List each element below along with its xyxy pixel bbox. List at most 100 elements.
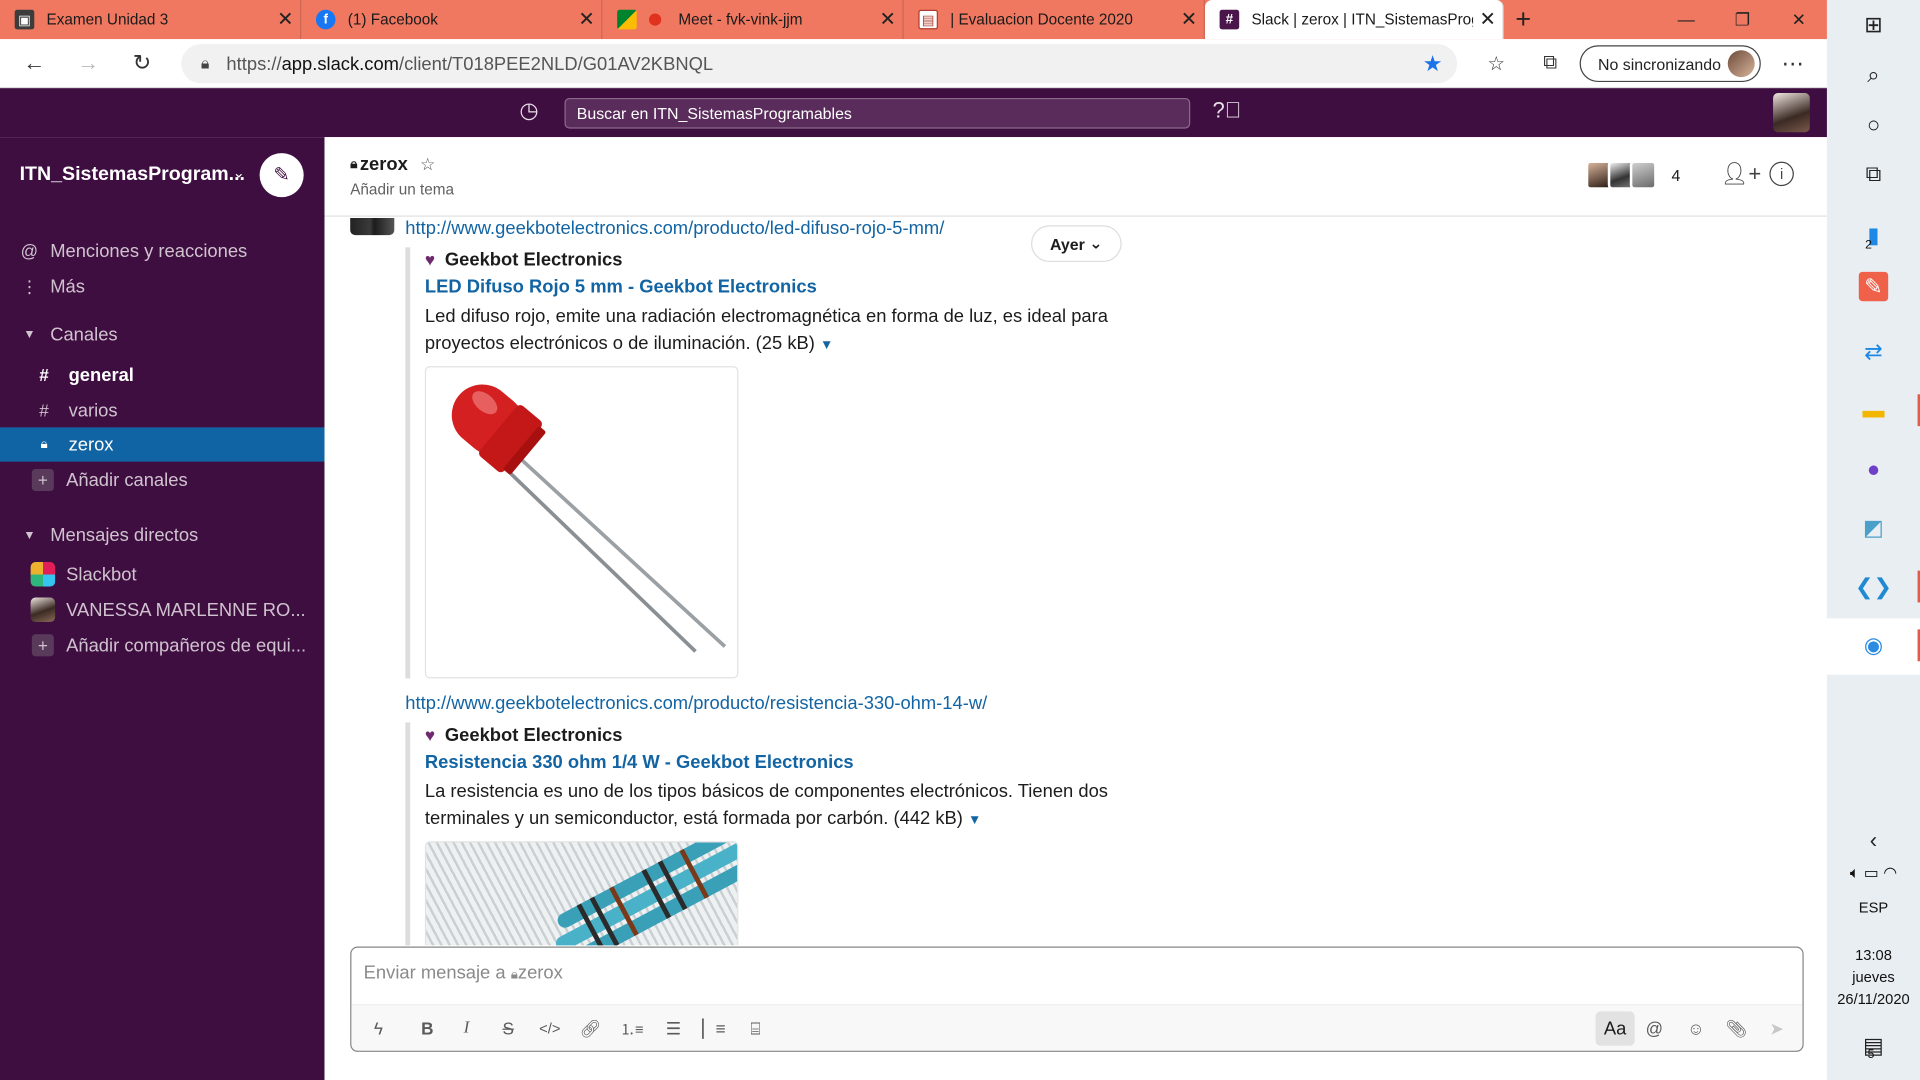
language-indicator[interactable]: ESP [1827,899,1920,916]
resistor-image[interactable] [424,841,739,946]
chevron-left-icon[interactable]: ‹ [1854,820,1893,859]
caret-down-icon[interactable]: ▼ [820,338,833,353]
url-host: app.slack.com [281,53,399,75]
back-icon[interactable]: ← [7,39,61,88]
strikethrough-icon[interactable]: S [491,1011,525,1045]
browser-tab[interactable]: ▤ | Evaluacion Docente 2020 ✕ [904,0,1205,40]
message-composer[interactable]: Enviar mensaje a 🔒︎zerox ϟ B I S </> 🔗︎ … [350,946,1804,1052]
browser-tab[interactable]: f (1) Facebook ✕ [301,0,603,40]
history-icon[interactable]: ◷ [514,98,543,127]
close-tab-icon[interactable]: ✕ [572,7,601,31]
sidebar-item-general[interactable]: # general [0,358,324,392]
channel-topic[interactable]: Añadir un tema [350,181,454,198]
sidebar-item-zerox[interactable]: 🔒︎ zerox [0,427,325,462]
caret-down-icon[interactable]: ▼ [968,813,981,828]
mention-icon[interactable]: @ [1637,1011,1671,1045]
clock-time[interactable]: 13:08 [1827,947,1920,964]
tray-icons[interactable]: 🔈︎ ▭ ◠ [1827,863,1920,883]
ordered-list-icon[interactable]: ⒈≡ [615,1011,649,1045]
bulleted-list-icon[interactable]: ☰ [656,1011,690,1045]
code-block-icon[interactable]: ⌸ [738,1011,772,1045]
collections-icon[interactable]: ⧉ [1523,53,1577,75]
preview-title[interactable]: LED Difuso Rojo 5 mm - Geekbot Electroni… [425,277,1140,301]
search-input[interactable]: Buscar en ITN_SistemasProgramables [564,97,1191,129]
link-icon[interactable]: 🔗︎ [573,1011,607,1045]
italic-icon[interactable]: I [449,1011,483,1045]
more-menu-icon[interactable]: ⋯ [1773,39,1812,88]
user-avatar[interactable] [1773,93,1810,133]
url-field[interactable]: 🔒︎ https://app.slack.com/client/T018PEE2… [181,44,1458,84]
windows-start-icon[interactable]: ⊞ [1854,5,1893,44]
sidebar-item-more[interactable]: ⋮ Más [0,269,324,303]
office-icon[interactable]: ✎ [1858,271,1889,302]
slack-icon: # [1219,9,1240,30]
attach-icon[interactable]: 📎︎ [1719,1011,1753,1045]
message-link[interactable]: http://www.geekbotelectronics.com/produc… [405,693,987,714]
new-tab-button[interactable]: + [1504,0,1543,39]
dm-item-slackbot[interactable]: Slackbot [0,557,324,591]
plus-icon: + [31,634,54,657]
github-icon[interactable]: ● [1854,449,1893,488]
link-preview: ♥ Geekbot Electronics LED Difuso Rojo 5 … [405,247,1140,679]
shortcuts-icon[interactable]: ϟ [361,1011,395,1045]
info-icon[interactable]: i [1769,161,1794,187]
workspace-name[interactable]: ITN_SistemasProgram... [20,164,245,186]
close-tab-icon[interactable]: ✕ [1174,7,1203,31]
sidebar-item-mentions[interactable]: @ Menciones y reacciones [0,234,324,268]
preview-description: Led difuso rojo, emite una radiación ele… [425,304,1123,359]
description-text: Led difuso rojo, emite una radiación ele… [424,306,1108,354]
browser-tab[interactable]: Meet - fvk-vink-jjm ✕ [602,0,904,40]
reload-icon[interactable]: ↻ [115,39,169,88]
user-avatar [30,597,56,623]
cortana-icon[interactable]: ○ [1854,105,1893,144]
formatting-toolbar: ϟ B I S </> 🔗︎ ⒈≡ ☰ ▏≡ ⌸ Aa @ ☺ 📎︎ ➤ [351,1004,1803,1051]
add-channels-button[interactable]: + Añadir canales [0,463,324,497]
favorites-icon[interactable]: ☆ [1469,51,1523,75]
dm-item-vanessa[interactable]: VANESSA MARLENNE RO... [0,593,324,627]
compose-button[interactable]: ✎ [259,153,304,198]
close-tab-icon[interactable]: ✕ [1473,7,1502,31]
dm-section-header[interactable]: ▼ Mensajes directos [0,518,324,552]
preview-title[interactable]: Resistencia 330 ohm 1/4 W - Geekbot Elec… [425,752,1140,776]
restore-icon[interactable]: ❐ [1714,0,1770,39]
close-window-icon[interactable]: ✕ [1771,0,1827,39]
section-label: Mensajes directos [50,524,199,546]
member-avatars[interactable]: 4 [1585,160,1681,190]
profile-button[interactable]: No sincronizando [1579,45,1761,83]
message-input[interactable]: Enviar mensaje a 🔒︎zerox [364,962,563,983]
close-tab-icon[interactable]: ✕ [873,7,902,31]
send-icon[interactable]: ➤ [1760,1011,1794,1045]
bold-icon[interactable]: B [410,1011,444,1045]
forward-icon[interactable]: → [61,39,115,88]
close-tab-icon[interactable]: ✕ [271,7,300,31]
sidebar-item-varios[interactable]: # varios [0,393,324,427]
edge-icon[interactable]: ◉ [1854,626,1893,665]
favorite-star-icon[interactable]: ★ [1423,51,1443,77]
help-icon[interactable]: ?⃝ [1212,98,1242,127]
code-icon[interactable]: </> [533,1011,567,1045]
member-count: 4 [1671,165,1681,185]
vscode-icon[interactable]: ❮❯ [1854,567,1893,606]
task-view-icon[interactable]: ⧉ [1854,154,1893,193]
resistor-illustration [554,842,738,946]
teamviewer-icon[interactable]: ⇄ [1854,332,1893,371]
channels-section-header[interactable]: ▼ Canales [0,317,324,351]
browser-tab-active[interactable]: # Slack | zerox | ITN_SistemasProgr ✕ [1204,0,1504,40]
blockquote-icon[interactable]: ▏≡ [697,1011,731,1045]
add-member-icon[interactable]: 👤︎+ [1720,162,1761,188]
led-image[interactable] [424,366,739,679]
preview-source: ♥ Geekbot Electronics [425,722,1140,746]
channel-title[interactable]: 🔒︎ zerox ☆ [350,154,435,175]
emoji-icon[interactable]: ☺ [1679,1011,1713,1045]
app-icon[interactable]: ◩ [1854,508,1893,547]
sender-avatar[interactable] [350,217,395,236]
message-link[interactable]: http://www.geekbotelectronics.com/produc… [405,218,944,239]
minimize-icon[interactable]: — [1658,0,1714,39]
add-teammates-button[interactable]: + Añadir compañeros de equi... [0,628,324,662]
star-icon[interactable]: ☆ [420,154,435,175]
browser-tab[interactable]: ▣ Examen Unidad 3 ✕ [0,0,302,40]
formatting-toggle-button[interactable]: Aa [1595,1011,1635,1046]
search-icon[interactable]: ⌕ [1854,55,1893,94]
file-explorer-icon[interactable]: ▬ [1854,391,1893,430]
chevron-down-icon[interactable]: ⌄ [233,164,245,181]
